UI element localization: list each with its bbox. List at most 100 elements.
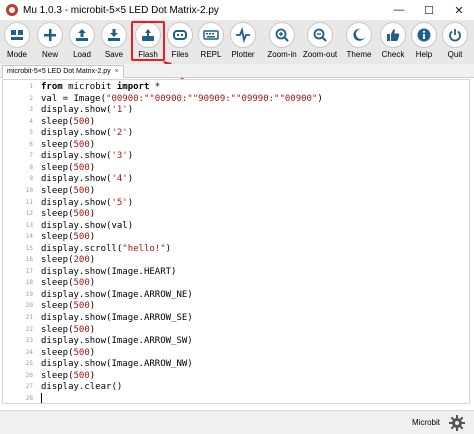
save-button[interactable]: Save [100,22,128,64]
window-controls: — ☐ ✕ [384,0,474,20]
zoom-in-label: Zoom-in [267,50,297,59]
code-line: 13 display.show(val) [3,220,469,232]
code-text: display.show('1') [41,105,134,116]
line-number: 18 [25,279,33,287]
moon-icon [346,22,372,48]
line-number: 21 [25,314,33,321]
files-label: Files [171,50,189,59]
status-bar: Microbit [0,410,474,434]
line-number: 26 [25,371,33,379]
files-icon [167,22,193,48]
plotter-button[interactable]: Plotter [229,22,257,64]
line-number: 16 [25,256,33,264]
code-text: sleep(500) [41,139,96,150]
code-line: 22 sleep(500) [3,324,469,336]
code-text: sleep(500) [41,232,96,243]
minimize-button[interactable]: — [384,0,414,20]
load-label: Load [73,50,91,59]
tab-close-icon[interactable]: × [115,66,119,78]
pulse-icon [230,22,256,48]
close-button[interactable]: ✕ [444,0,474,20]
line-number: 2 [29,94,33,102]
line-number: 17 [25,267,33,275]
line-number: 8 [29,163,33,171]
code-line: 9 display.show('4') [3,173,469,185]
check-label: Check [381,50,405,59]
code-text: display.show('4') [41,174,134,185]
toolbar: Mode New Load Save Flash Files REPL Plot… [0,20,474,64]
check-button[interactable]: Check [379,22,407,64]
code-text: sleep(500) [41,347,96,358]
zoom-out-icon [307,22,333,48]
plotter-label: Plotter [231,50,255,59]
code-text: display.show(Image.ARROW_NW) [41,359,193,370]
zoom-in-button[interactable]: Zoom-in [267,22,297,64]
line-number: 13 [25,221,33,229]
tab-file[interactable]: microbit-5×5 LED Dot Matrix-2.py × [2,65,124,78]
keyboard-icon [198,22,224,48]
info-icon [411,22,437,48]
line-number: 25 [25,360,33,368]
tab-label: microbit-5×5 LED Dot Matrix-2.py [7,68,111,75]
code-line: 20 sleep(500) [3,300,469,312]
line-number: 5 [29,129,33,137]
code-line: 3 display.show('1') [3,104,469,116]
code-text: display.show(val) [41,220,134,231]
code-line: 28 [3,393,469,403]
code-line: 23 display.show(Image.ARROW_SW) [3,335,469,347]
new-button[interactable]: New [36,22,64,64]
code-text: sleep(500) [41,185,96,196]
text-cursor [41,392,42,403]
mode-button[interactable]: Mode [3,22,31,64]
files-button[interactable]: Files [166,22,194,64]
maximize-button[interactable]: ☐ [414,0,444,20]
code-text: display.show(Image.ARROW_NE) [41,289,193,300]
theme-button[interactable]: Theme [345,22,373,64]
line-number: 6 [29,140,33,148]
line-number: 4 [29,117,33,125]
line-number: 14 [25,233,33,241]
code-text: val = Image("00900:""00900:""90909:""099… [41,93,323,104]
line-number: 12 [25,210,33,218]
code-text: display.clear() [41,382,123,393]
line-number: 28 [25,394,33,402]
code-line: 24 sleep(500) [3,347,469,359]
repl-label: REPL [200,50,222,59]
code-line: 7 display.show('3') [3,150,469,162]
gear-icon[interactable] [448,414,466,432]
code-line: 18 sleep(500) [3,277,469,289]
line-number: 20 [25,302,33,310]
code-line: 15 display.scroll("hello!") [3,243,469,255]
line-number: 7 [29,152,33,160]
code-line: 2 val = Image("00900:""00900:""90909:""09… [3,93,469,105]
line-number: 11 [25,198,33,206]
code-text: display.scroll("hello!") [41,243,172,254]
repl-button[interactable]: REPL [197,22,225,64]
title-bar: Mu 1.0.3 - microbit-5×5 LED Dot Matrix-2… [0,0,474,20]
code-line: 10 sleep(500) [3,185,469,197]
zoom-in-icon [269,22,295,48]
code-text: sleep(500) [41,209,96,220]
code-line: 17 display.show(Image.HEART) [3,266,469,278]
power-icon [442,22,468,48]
code-line: 27 display.clear() [3,381,469,393]
load-button[interactable]: Load [68,22,96,64]
code-text: display.show(Image.ARROW_SW) [41,336,193,347]
code-editor[interactable]: 1 from microbit import * 2 val = Image("009… [2,79,470,404]
code-text: display.show('2') [41,128,134,139]
tab-bar: microbit-5×5 LED Dot Matrix-2.py × [0,64,474,78]
help-button[interactable]: Help [410,22,438,64]
line-number: 23 [25,337,33,345]
zoom-out-button[interactable]: Zoom-out [303,22,337,64]
line-number: 10 [25,186,33,194]
line-number: 22 [25,325,33,333]
code-line: 19 display.show(Image.ARROW_NE) [3,289,469,301]
line-number: 15 [25,244,33,252]
mode-label: Mode [6,50,27,59]
mu-app-icon [6,4,18,16]
save-label: Save [104,50,124,59]
code-line: 21 display.show(Image.ARROW_SE) [3,312,469,324]
code-text: sleep(500) [41,324,96,335]
quit-button[interactable]: Quit [441,22,469,64]
code-line: 25 display.show(Image.ARROW_NW) [3,358,469,370]
